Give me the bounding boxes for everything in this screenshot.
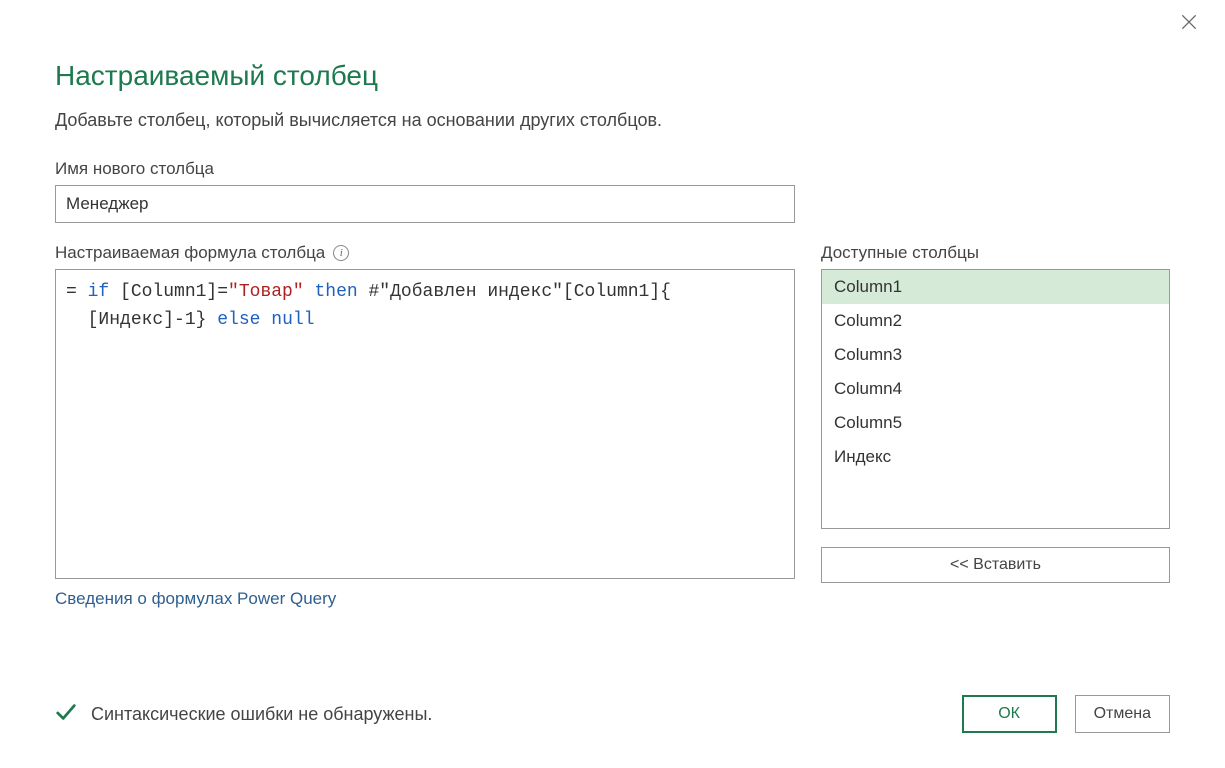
formula-label: Настраиваемая формула столбца i xyxy=(55,243,795,263)
available-columns-list[interactable]: Column1 Column2 Column3 Column4 Column5 … xyxy=(821,269,1170,529)
close-icon xyxy=(1179,12,1199,32)
info-icon[interactable]: i xyxy=(333,245,349,261)
formula-editor[interactable]: = if [Column1]="Товар" then #"Добавлен и… xyxy=(55,269,795,579)
list-item[interactable]: Column5 xyxy=(822,406,1169,440)
list-item[interactable]: Column2 xyxy=(822,304,1169,338)
insert-button[interactable]: << Вставить xyxy=(821,547,1170,583)
check-icon xyxy=(55,701,77,728)
list-item[interactable]: Column3 xyxy=(822,338,1169,372)
new-column-label: Имя нового столбца xyxy=(55,159,1170,179)
status-text: Синтаксические ошибки не обнаружены. xyxy=(91,704,432,725)
dialog-title: Настраиваемый столбец xyxy=(55,60,1170,92)
new-column-input[interactable] xyxy=(55,185,795,223)
custom-column-dialog: Настраиваемый столбец Добавьте столбец, … xyxy=(0,0,1225,768)
list-item[interactable]: Column1 xyxy=(822,270,1169,304)
close-button[interactable] xyxy=(1179,12,1207,40)
help-link[interactable]: Сведения о формулах Power Query xyxy=(55,589,336,609)
list-item[interactable]: Индекс xyxy=(822,440,1169,474)
list-item[interactable]: Column4 xyxy=(822,372,1169,406)
cancel-button[interactable]: Отмена xyxy=(1075,695,1170,733)
status-bar: Синтаксические ошибки не обнаружены. xyxy=(55,701,432,728)
formula-label-text: Настраиваемая формула столбца xyxy=(55,243,325,263)
ok-button[interactable]: ОК xyxy=(962,695,1057,733)
dialog-subtitle: Добавьте столбец, который вычисляется на… xyxy=(55,110,1170,131)
available-columns-label: Доступные столбцы xyxy=(821,243,1170,263)
